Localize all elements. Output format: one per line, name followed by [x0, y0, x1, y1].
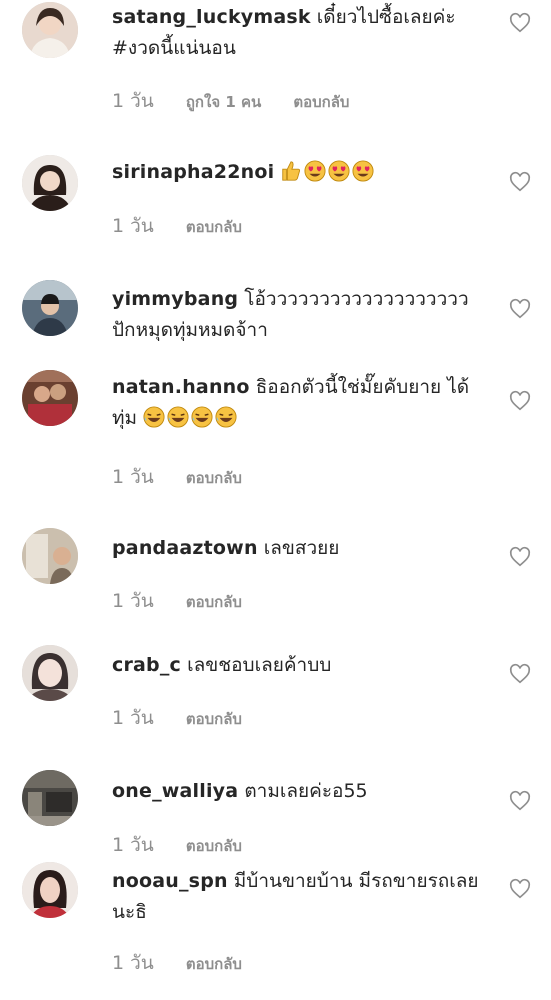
- heart-outline-icon[interactable]: [509, 12, 531, 34]
- heart-outline-icon[interactable]: [509, 298, 531, 320]
- heart-outline-icon[interactable]: [509, 790, 531, 812]
- comment-username[interactable]: one_walliya: [112, 780, 238, 802]
- heart-eyes-emoji-icon: [328, 160, 350, 182]
- comment-text: เลขสวยย: [263, 537, 340, 559]
- comment-body: sirinapha22noi: [112, 157, 487, 188]
- comment-text: ตามเลยค่ะอ55: [244, 780, 368, 802]
- comment-time: 1 วัน: [112, 215, 154, 237]
- comment-like-count[interactable]: ถูกใจ 1 คน: [186, 90, 261, 114]
- heart-outline-icon[interactable]: [509, 878, 531, 900]
- comment-body: one_walliya ตามเลยค่ะอ55: [112, 776, 487, 807]
- comment-body: natan.hanno ธิออกตัวนี้ใช่มั๊ยคับยาย ได้…: [112, 372, 487, 434]
- comment-time: 1 วัน: [112, 707, 154, 729]
- avatar[interactable]: [22, 2, 78, 58]
- heart-outline-icon[interactable]: [509, 546, 531, 568]
- laughing-emoji-icon: [215, 406, 237, 428]
- comment-meta: 1 วัน ตอบกลับ: [112, 948, 268, 978]
- comment-body: satang_luckymask เดี๋ยวไปซื้อเลยค่ะ #งวด…: [112, 2, 487, 64]
- comment-body: pandaaztown เลขสวยย: [112, 533, 487, 564]
- comment-meta: 1 วัน ถูกใจ 1 คน ตอบกลับ: [112, 86, 375, 116]
- comment-username[interactable]: nooau_spn: [112, 870, 228, 892]
- avatar[interactable]: [22, 645, 78, 701]
- reply-button[interactable]: ตอบกลับ: [186, 952, 242, 976]
- heart-outline-icon[interactable]: [509, 663, 531, 685]
- comment-time: 1 วัน: [112, 834, 154, 856]
- comment-meta: 1 วัน ตอบกลับ: [112, 830, 268, 860]
- comment-time: 1 วัน: [112, 466, 154, 488]
- heart-outline-icon[interactable]: [509, 171, 531, 193]
- comment-meta: 1 วัน ตอบกลับ: [112, 211, 268, 241]
- comment-username[interactable]: yimmybang: [112, 288, 238, 310]
- comment-meta: 1 วัน ตอบกลับ: [112, 586, 268, 616]
- reply-button[interactable]: ตอบกลับ: [293, 90, 349, 114]
- comment-meta: 1 วัน ตอบกลับ: [112, 462, 268, 492]
- comment-username[interactable]: natan.hanno: [112, 376, 250, 398]
- avatar[interactable]: [22, 370, 78, 426]
- avatar[interactable]: [22, 155, 78, 211]
- comment-username[interactable]: pandaaztown: [112, 537, 258, 559]
- comment-body: yimmybang โอ้ววววววววววววววววววว ปักหมุด…: [112, 284, 487, 346]
- reply-button[interactable]: ตอบกลับ: [186, 215, 242, 239]
- reply-button[interactable]: ตอบกลับ: [186, 834, 242, 858]
- avatar[interactable]: [22, 862, 78, 918]
- avatar[interactable]: [22, 770, 78, 826]
- comment-username[interactable]: sirinapha22noi: [112, 161, 274, 183]
- comment-body: nooau_spn มีบ้านขายบ้าน มีรถขายรถเลยนะธิ: [112, 866, 487, 928]
- reply-button[interactable]: ตอบกลับ: [186, 707, 242, 731]
- heart-eyes-emoji-icon: [352, 160, 374, 182]
- comment-username[interactable]: crab_c: [112, 654, 181, 676]
- comment-body: crab_c เลขชอบเลยค้าบบ: [112, 650, 487, 681]
- heart-outline-icon[interactable]: [509, 390, 531, 412]
- laughing-emoji-icon: [167, 406, 189, 428]
- reply-button[interactable]: ตอบกลับ: [186, 466, 242, 490]
- laughing-emoji-icon: [191, 406, 213, 428]
- comment-meta: 1 วัน ตอบกลับ: [112, 703, 268, 733]
- avatar[interactable]: [22, 280, 78, 336]
- comment-text: เลขชอบเลยค้าบบ: [187, 654, 332, 676]
- thumbs-up-icon: [282, 161, 301, 181]
- laughing-emoji-icon: [143, 406, 165, 428]
- comment-time: 1 วัน: [112, 952, 154, 974]
- avatar[interactable]: [22, 528, 78, 584]
- heart-eyes-emoji-icon: [304, 160, 326, 182]
- comment-time: 1 วัน: [112, 590, 154, 612]
- comment-username[interactable]: satang_luckymask: [112, 6, 311, 28]
- reply-button[interactable]: ตอบกลับ: [186, 590, 242, 614]
- comment-time: 1 วัน: [112, 90, 154, 112]
